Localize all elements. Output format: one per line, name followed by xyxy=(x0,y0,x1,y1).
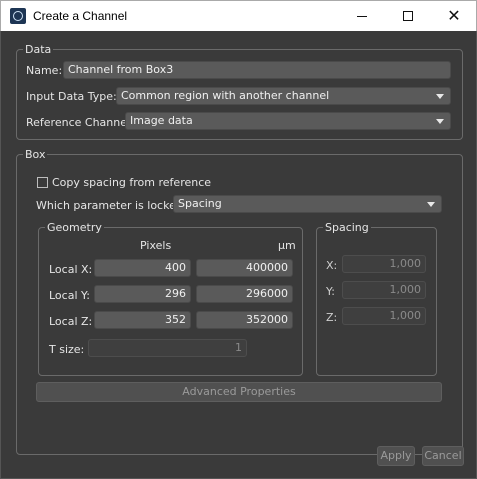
name-input[interactable]: Channel from Box3 xyxy=(63,61,451,79)
local-y-pixels-input[interactable]: 296 xyxy=(94,285,191,303)
geometry-group-legend: Geometry xyxy=(47,221,102,234)
reference-channel-select[interactable]: Image data xyxy=(125,112,451,130)
maximize-button[interactable] xyxy=(385,1,431,31)
box-group-legend: Box xyxy=(25,148,46,161)
spacing-z-label: Z: xyxy=(326,311,338,324)
local-z-um-input[interactable]: 352000 xyxy=(196,311,293,329)
local-z-pixels-input[interactable]: 352 xyxy=(94,311,191,329)
minimize-icon xyxy=(357,15,367,17)
spacing-y-label: Y: xyxy=(326,285,335,298)
chevron-down-icon xyxy=(436,94,444,99)
t-size-input[interactable]: 1 xyxy=(88,339,247,357)
spacing-y-input[interactable]: 1,000 xyxy=(342,281,426,299)
locked-parameter-label: Which parameter is locked: xyxy=(36,199,187,212)
reference-channel-label: Reference Channel xyxy=(26,116,131,129)
local-x-label: Local X: xyxy=(49,263,93,276)
name-label: Name: xyxy=(26,64,63,77)
spacing-x-input[interactable]: 1,000 xyxy=(342,255,426,273)
chevron-down-icon xyxy=(436,119,444,124)
input-data-type-label: Input Data Type: xyxy=(26,90,117,103)
close-icon: ✕ xyxy=(447,6,461,25)
dialog-body: Data Name: Channel from Box3 Input Data … xyxy=(0,31,477,479)
local-y-um-input[interactable]: 296000 xyxy=(196,285,293,303)
local-x-um-input[interactable]: 400000 xyxy=(196,259,293,277)
cancel-button[interactable]: Cancel xyxy=(422,446,464,466)
window-title: Create a Channel xyxy=(33,9,128,23)
local-y-label: Local Y: xyxy=(49,289,90,302)
locked-parameter-select[interactable]: Spacing xyxy=(173,195,442,213)
pixels-column-header: Pixels xyxy=(140,239,172,252)
close-button[interactable]: ✕ xyxy=(431,1,477,31)
local-z-label: Local Z: xyxy=(49,315,93,328)
input-data-type-value: Common region with another channel xyxy=(121,89,330,102)
chevron-down-icon xyxy=(427,202,435,207)
app-icon xyxy=(10,8,26,24)
minimize-button[interactable] xyxy=(339,1,385,31)
advanced-properties-button[interactable]: Advanced Properties xyxy=(36,382,442,402)
copy-spacing-label: Copy spacing from reference xyxy=(52,176,212,189)
locked-parameter-value: Spacing xyxy=(178,197,222,210)
um-column-header: µm xyxy=(278,239,296,252)
spacing-group-legend: Spacing xyxy=(325,221,369,234)
t-size-label: T size: xyxy=(49,343,85,356)
apply-button[interactable]: Apply xyxy=(377,446,415,466)
copy-spacing-checkbox[interactable] xyxy=(37,177,48,188)
spacing-z-input[interactable]: 1,000 xyxy=(342,307,426,325)
input-data-type-select[interactable]: Common region with another channel xyxy=(116,87,451,105)
maximize-icon xyxy=(403,11,413,21)
reference-channel-value: Image data xyxy=(130,114,193,127)
spacing-x-label: X: xyxy=(326,259,338,272)
data-group-legend: Data xyxy=(25,43,52,56)
local-x-pixels-input[interactable]: 400 xyxy=(94,259,191,277)
title-bar: Create a Channel ✕ xyxy=(0,0,477,31)
